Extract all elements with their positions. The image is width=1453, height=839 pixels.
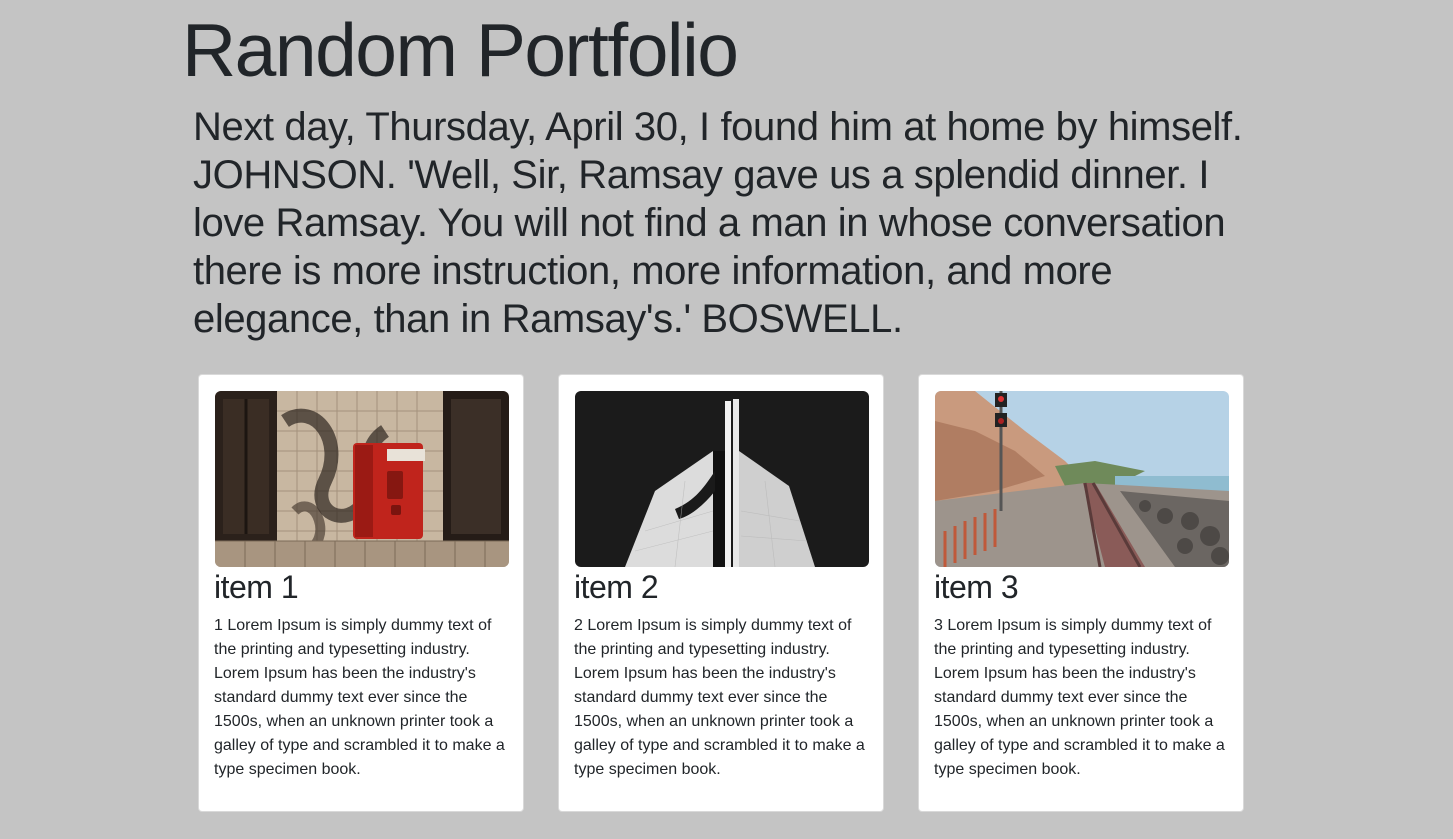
page-title: Random Portfolio: [182, 8, 739, 92]
card-title: item 1: [214, 569, 299, 605]
card-text: 3 Lorem Ipsum is simply dummy text of th…: [934, 617, 1225, 778]
card-title: item 3: [934, 569, 1019, 605]
card-title: item 2: [574, 569, 659, 605]
portfolio-card-3: item 3 3 Lorem Ipsum is simply dummy tex…: [918, 374, 1244, 812]
lead-paragraph: Next day, Thursday, April 30, I found hi…: [193, 105, 1243, 341]
architecture-photo: [575, 391, 869, 567]
card-text: 2 Lorem Ipsum is simply dummy text of th…: [574, 617, 865, 778]
railway-coast-photo: [935, 391, 1229, 567]
card-text: 1 Lorem Ipsum is simply dummy text of th…: [214, 617, 505, 778]
fire-alarm-photo: [215, 391, 509, 567]
portfolio-card-1: item 1 1 Lorem Ipsum is simply dummy tex…: [198, 374, 524, 812]
portfolio-card-2: item 2 2 Lorem Ipsum is simply dummy tex…: [558, 374, 884, 812]
